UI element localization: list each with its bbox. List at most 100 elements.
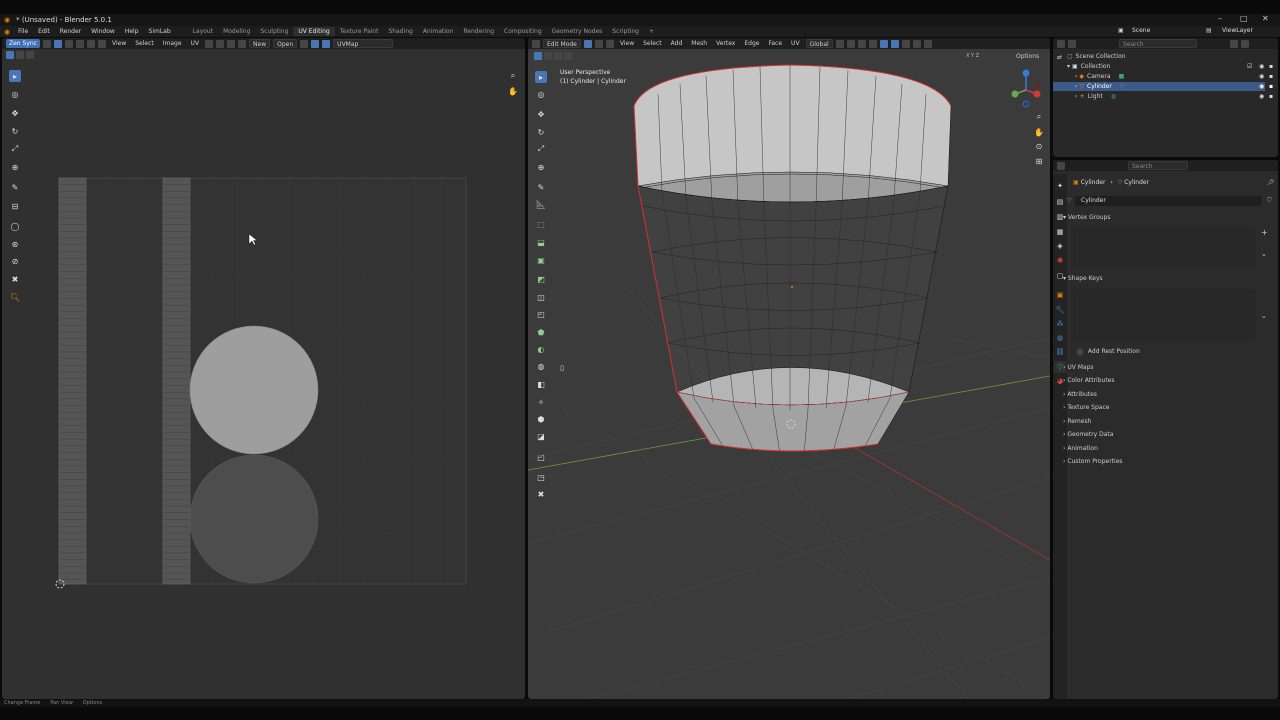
- outliner[interactable]: Search ⇄ ▢ Scene Collection ▾ ▣ Collecti…: [1053, 38, 1278, 157]
- bevel-tool[interactable]: ◩: [535, 273, 547, 285]
- vertex-mode-icon[interactable]: [583, 39, 592, 48]
- vp-menu-view[interactable]: View: [617, 39, 637, 48]
- tab-texture-paint[interactable]: Texture Paint: [335, 27, 384, 36]
- vp-measure-tool[interactable]: 📐︎: [535, 198, 547, 210]
- vertex-groups-panel-header[interactable]: ▾ Vertex Groups: [1063, 214, 1111, 221]
- tab-uv-editing[interactable]: UV Editing: [293, 27, 335, 36]
- properties-editor-type-icon[interactable]: [1057, 161, 1065, 170]
- pin-properties-icon[interactable]: 📌︎: [1267, 179, 1275, 186]
- proportional-edit-icon[interactable]: [857, 39, 866, 48]
- shading-solid-icon[interactable]: [912, 39, 921, 48]
- ortho-toggle-icon[interactable]: ⊞: [1033, 155, 1045, 167]
- loop-cut-tool[interactable]: ◫: [535, 291, 547, 303]
- vp-select-subtract-icon[interactable]: [554, 52, 562, 60]
- add-vertex-group-button[interactable]: +: [1261, 228, 1268, 237]
- camera-view-icon[interactable]: ⊙: [1033, 140, 1045, 152]
- uv-editor[interactable]: Zen Sync View Select Image UV New Open U…: [2, 38, 525, 699]
- edge-slide-tool[interactable]: ◧: [535, 378, 547, 390]
- vp-select-invert-icon[interactable]: [564, 52, 572, 60]
- shading-material-icon[interactable]: [923, 39, 932, 48]
- cylinder-eye-icon[interactable]: ◉: [1259, 83, 1264, 90]
- attributes-panel[interactable]: › Attributes: [1063, 391, 1097, 398]
- menu-simlab[interactable]: SimLab: [144, 28, 176, 35]
- tab-animation[interactable]: Animation: [418, 27, 459, 36]
- vp-menu-face[interactable]: Face: [765, 39, 785, 48]
- shear-tool[interactable]: ⬢: [535, 413, 547, 425]
- animation-panel[interactable]: › Animation: [1063, 445, 1098, 452]
- vp-menu-edge[interactable]: Edge: [741, 39, 762, 48]
- zen-tool-1[interactable]: ◰: [535, 451, 547, 463]
- snapping-icon[interactable]: [846, 39, 855, 48]
- blender-menu-icon[interactable]: ◉: [4, 28, 10, 36]
- uv-maps-panel[interactable]: › UV Maps: [1063, 364, 1094, 371]
- menu-help[interactable]: Help: [120, 28, 144, 35]
- vp-move-tool[interactable]: ✥: [535, 108, 547, 120]
- modifier-tab-icon[interactable]: 🔧︎: [1054, 304, 1066, 316]
- uv-canvas[interactable]: [2, 38, 525, 699]
- 3d-viewport[interactable]: Edit Mode View Select Add Mesh Vertex Ed…: [528, 38, 1050, 699]
- tab-rendering[interactable]: Rendering: [458, 27, 499, 36]
- navigation-gizmo[interactable]: [1006, 66, 1046, 110]
- view-layer-tab-icon[interactable]: ▦: [1054, 226, 1066, 238]
- face-mode-icon[interactable]: [605, 39, 614, 48]
- expand-arrow-icon[interactable]: ›: [1075, 83, 1077, 90]
- knife-tool[interactable]: ◰: [535, 308, 547, 320]
- camera-data-icon[interactable]: ■: [1119, 73, 1125, 80]
- uv-island-circle-top[interactable]: [189, 325, 319, 455]
- vp-select-new-icon[interactable]: [534, 52, 542, 60]
- vp-scale-tool[interactable]: ⤢: [535, 143, 547, 155]
- custom-properties-panel[interactable]: › Custom Properties: [1063, 458, 1123, 465]
- constraints-tab-icon[interactable]: ⛓︎: [1054, 346, 1066, 358]
- mirror-axis-labels[interactable]: X Y Z: [966, 53, 979, 59]
- vp-menu-add[interactable]: Add: [668, 39, 686, 48]
- mode-selector[interactable]: Edit Mode: [543, 39, 581, 48]
- vp-menu-vertex[interactable]: Vertex: [713, 39, 738, 48]
- poly-build-tool[interactable]: ⬟: [535, 326, 547, 338]
- particles-tab-icon[interactable]: ⁂: [1054, 318, 1066, 330]
- collection-camera-icon[interactable]: ▪: [1269, 63, 1273, 70]
- outliner-sync-icon[interactable]: ⇄: [1055, 53, 1064, 62]
- zen-tool-2[interactable]: ◳: [535, 471, 547, 483]
- scene-tab-icon[interactable]: ◈: [1054, 240, 1066, 252]
- options-button[interactable]: Options: [1016, 53, 1039, 60]
- annotation-note-icon[interactable]: ▯: [556, 362, 568, 374]
- new-collection-icon[interactable]: [1241, 39, 1249, 48]
- expand-arrow-icon[interactable]: ▾: [1067, 63, 1070, 70]
- tab-geometry-nodes[interactable]: Geometry Nodes: [547, 27, 608, 36]
- outliner-row-collection[interactable]: ▾ ▣ Collection ☑ ◉ ▪: [1067, 62, 1278, 71]
- spin-tool[interactable]: ◐: [535, 343, 547, 355]
- light-eye-icon[interactable]: ◉: [1259, 93, 1264, 100]
- vp-menu-select[interactable]: Select: [640, 39, 665, 48]
- shape-keys-list[interactable]: [1073, 289, 1256, 341]
- vp-cursor-tool[interactable]: ◎: [535, 88, 547, 100]
- light-data-icon[interactable]: ◍: [1111, 93, 1116, 100]
- zen-tool-3[interactable]: ✖: [535, 488, 547, 500]
- mesh-data-name-field[interactable]: ▽ Cylinder: [1067, 196, 1262, 206]
- menu-window[interactable]: Window: [86, 28, 120, 35]
- properties-search-input[interactable]: Search: [1128, 161, 1188, 170]
- texture-space-panel[interactable]: › Texture Space: [1063, 404, 1109, 411]
- world-tab-icon[interactable]: ◉: [1054, 254, 1066, 266]
- outliner-editor-type-icon[interactable]: [1057, 39, 1065, 48]
- properties-editor[interactable]: Search ✦ ▤ ▥ ▦ ◈ ◉ ▢ ▣ 🔧︎ ⁂ ◍ ⛓︎ ▽ ◕ ▣ C…: [1053, 160, 1278, 699]
- inset-tool[interactable]: ▣: [535, 254, 547, 266]
- shape-key-menu-icon[interactable]: ⌄: [1261, 312, 1267, 320]
- visibility-icon[interactable]: [868, 39, 877, 48]
- xray-icon[interactable]: [901, 39, 910, 48]
- mesh-data-icon[interactable]: ▽: [1120, 83, 1125, 90]
- add-rest-checkbox[interactable]: [1077, 348, 1083, 355]
- vp-menu-mesh[interactable]: Mesh: [688, 39, 710, 48]
- vertex-group-menu-icon[interactable]: ⌄: [1261, 250, 1267, 258]
- expand-arrow-icon[interactable]: ›: [1075, 73, 1077, 80]
- tab-scripting[interactable]: Scripting: [607, 27, 644, 36]
- outliner-row-camera[interactable]: › ◆ Camera ■ ◉ ▪: [1075, 72, 1278, 81]
- fake-user-icon[interactable]: ⛉: [1267, 197, 1272, 205]
- orientation-selector[interactable]: Global: [805, 39, 833, 48]
- add-cube-tool[interactable]: ⬚: [535, 218, 547, 230]
- collection-checkbox-icon[interactable]: ☑: [1247, 63, 1252, 70]
- add-rest-position-row[interactable]: Add Rest Position: [1077, 348, 1140, 355]
- vp-pan-icon[interactable]: ✋: [1033, 126, 1045, 138]
- tab-sculpting[interactable]: Sculpting: [255, 27, 293, 36]
- filter-icon[interactable]: [1230, 39, 1238, 48]
- physics-tab-icon[interactable]: ◍: [1054, 332, 1066, 344]
